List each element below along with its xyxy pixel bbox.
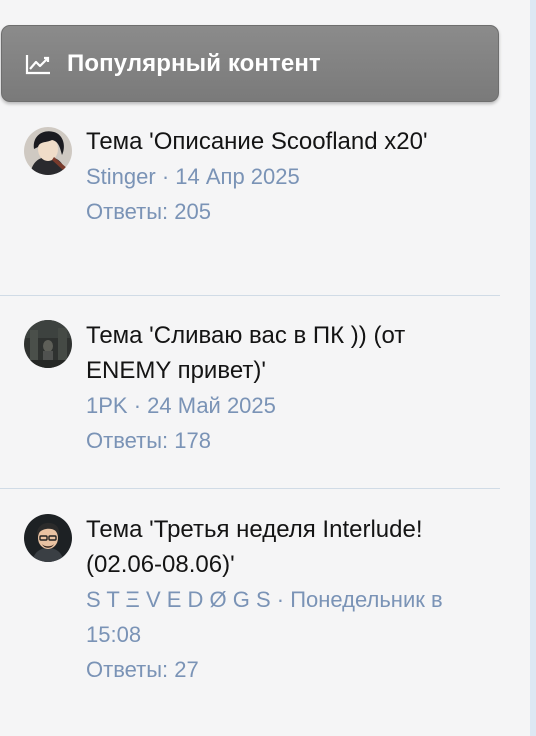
avatar[interactable] [24,127,72,175]
avatar[interactable] [24,514,72,562]
divider [0,488,500,489]
item-meta: Stinger · 14 Апр 2025 [86,159,486,194]
meta-separator: · [127,393,148,418]
chart-line-icon [25,53,51,75]
meta-separator: · [270,587,291,612]
page: Популярный контент Тема 'Описание Scoofl… [0,0,536,736]
scrollbar-track[interactable] [530,0,536,736]
widget-header: Популярный контент [1,25,499,102]
item-body: Тема 'Третья неделя Interlude! (02.06-08… [86,512,486,688]
author-link[interactable]: S T Ξ V E D Ø G S [86,587,271,612]
item-meta: 1PK · 24 Май 2025 [86,388,486,423]
thread-title-link[interactable]: Тема 'Описание Scoofland x20' [86,124,486,159]
replies-count: Ответы: 205 [86,199,211,224]
replies-count: Ответы: 27 [86,657,199,682]
replies-count: Ответы: 178 [86,428,211,453]
author-link[interactable]: 1PK [86,393,128,418]
thread-title-link[interactable]: Тема 'Сливаю вас в ПК )) (от ENEMY приве… [86,318,486,388]
post-date[interactable]: 14 Апр 2025 [175,164,299,189]
author-link[interactable]: Stinger [86,164,156,189]
item-meta: S T Ξ V E D Ø G S · Понедельник в 15:08 [86,582,486,652]
thread-title-link[interactable]: Тема 'Третья неделя Interlude! (02.06-08… [86,512,486,582]
item-body: Тема 'Описание Scoofland x20' Stinger · … [86,124,486,230]
divider [0,295,500,296]
meta-separator: · [155,164,176,189]
post-date[interactable]: 24 Май 2025 [147,393,276,418]
avatar[interactable] [24,320,72,368]
item-body: Тема 'Сливаю вас в ПК )) (от ENEMY приве… [86,318,486,459]
widget-title: Популярный контент [67,49,321,77]
